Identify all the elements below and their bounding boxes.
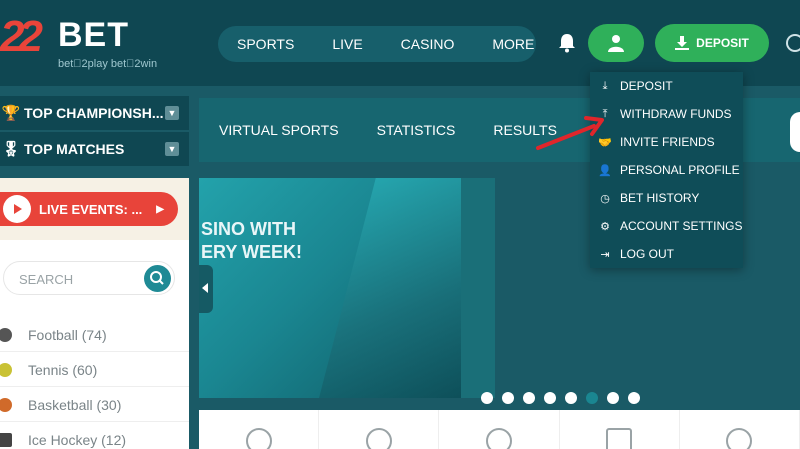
menu-account-settings[interactable]: ⚙ ACCOUNT SETTINGS xyxy=(590,212,743,240)
chevron-down-icon[interactable]: ▼ xyxy=(165,106,179,120)
top-championships-toggle[interactable]: 🏆 TOP CHAMPIONSH... ▼ xyxy=(0,96,189,130)
logout-icon: ⇥ xyxy=(600,248,610,261)
menu-label: WITHDRAW FUNDS xyxy=(620,107,732,121)
top-matches-label: TOP MATCHES xyxy=(24,141,125,157)
ice-hockey-icon xyxy=(606,428,633,449)
banner-headline-1: SINO WITH xyxy=(201,219,296,239)
sport-count: (12) xyxy=(101,431,127,448)
sport-item-basketball[interactable]: Basketball (30) xyxy=(0,388,189,422)
nav-more[interactable]: MORE xyxy=(473,36,553,52)
sport-item-football[interactable]: Football (74) xyxy=(0,318,189,352)
logo-tagline: bet⃝2play bet⃝2win xyxy=(58,58,158,70)
football-icon xyxy=(0,327,12,342)
basketball-icon xyxy=(0,397,12,412)
tennis-icon xyxy=(365,428,392,449)
play-icon xyxy=(3,195,31,223)
sport-count: (74) xyxy=(81,326,107,343)
sport-count: (30) xyxy=(96,396,122,413)
sport-name: Ice Hockey xyxy=(28,431,98,448)
menu-log-out[interactable]: ⇥ LOG OUT xyxy=(590,240,743,268)
deposit-button[interactable]: DEPOSIT xyxy=(655,24,769,62)
sport-card[interactable] xyxy=(680,410,800,449)
nav-sports[interactable]: SPORTS xyxy=(218,36,313,52)
bell-icon[interactable] xyxy=(558,33,576,53)
menu-label: INVITE FRIENDS xyxy=(620,135,715,149)
menu-label: ACCOUNT SETTINGS xyxy=(620,219,743,233)
menu-invite-friends[interactable]: 🤝 INVITE FRIENDS xyxy=(590,128,743,156)
main-nav: SPORTS LIVE CASINO MORE xyxy=(218,26,536,62)
brand-logo[interactable]: 22 BET bet⃝2play bet⃝2win xyxy=(0,8,200,78)
download-icon: ⤓ xyxy=(602,79,608,92)
carousel-dot[interactable] xyxy=(607,392,619,404)
user-plus-icon: 👤 xyxy=(598,164,612,177)
download-icon xyxy=(675,36,690,50)
menu-label: BET HISTORY xyxy=(620,191,700,205)
search-icon[interactable] xyxy=(144,265,171,292)
sport-card[interactable] xyxy=(199,410,320,449)
menu-personal-profile[interactable]: 👤 PERSONAL PROFILE xyxy=(590,156,743,184)
live-events-button[interactable]: LIVE EVENTS: ... ▶ xyxy=(0,192,178,226)
sport-name: Football xyxy=(28,326,78,343)
nav-casino[interactable]: CASINO xyxy=(382,36,474,52)
carousel-dot[interactable] xyxy=(502,392,514,404)
sport-item-ice-hockey[interactable]: Ice Hockey (12) xyxy=(0,423,189,449)
banner-headline-2: ERY WEEK! xyxy=(201,242,303,262)
football-icon xyxy=(245,428,272,449)
banner-next-slide xyxy=(461,178,495,398)
promo-banner[interactable]: SINO WITH ERY WEEK! xyxy=(199,178,495,398)
play-arrow-icon: ▶ xyxy=(156,203,164,215)
carousel-dot[interactable] xyxy=(544,392,556,404)
ice-hockey-icon xyxy=(0,432,12,447)
user-icon xyxy=(608,35,624,52)
account-dropdown: ⤓ DEPOSIT ⤒ WITHDRAW FUNDS 🤝 INVITE FRIE… xyxy=(590,72,743,268)
tennis-icon xyxy=(0,362,12,377)
refresh-icon[interactable] xyxy=(786,34,800,52)
basketball-icon xyxy=(486,428,512,449)
sport-name: Basketball xyxy=(28,396,93,413)
annotation-arrow xyxy=(536,116,604,150)
sport-card[interactable] xyxy=(560,410,680,449)
medal-icon: 🎖 xyxy=(1,141,21,158)
menu-deposit[interactable]: ⤓ DEPOSIT xyxy=(590,72,743,100)
chevron-down-icon[interactable]: ▼ xyxy=(165,142,179,156)
logo-word: BET xyxy=(58,16,129,54)
cogs-icon: ⚙ xyxy=(600,220,610,233)
side-tab[interactable] xyxy=(790,112,800,152)
volleyball-icon xyxy=(726,428,753,449)
nav-statistics[interactable]: STATISTICS xyxy=(377,122,456,138)
banner-prev-button[interactable] xyxy=(199,265,213,313)
clock-icon: ◷ xyxy=(600,192,610,205)
carousel-dot[interactable] xyxy=(565,392,577,404)
sidebar-search[interactable]: SEARCH xyxy=(3,261,175,295)
sport-card[interactable] xyxy=(319,410,440,449)
carousel-dot[interactable] xyxy=(481,392,493,404)
top-matches-toggle[interactable]: 🎖 TOP MATCHES ▼ xyxy=(0,132,189,166)
menu-label: LOG OUT xyxy=(620,247,675,261)
sport-item-tennis[interactable]: Tennis (60) xyxy=(0,353,189,387)
trophy-icon: 🏆 xyxy=(1,105,21,122)
carousel-dot[interactable] xyxy=(628,392,640,404)
nav-live[interactable]: LIVE xyxy=(313,36,381,52)
carousel-dot-active[interactable] xyxy=(586,392,598,404)
sport-name: Tennis xyxy=(28,361,69,378)
menu-label: DEPOSIT xyxy=(620,79,673,93)
sport-card[interactable] xyxy=(439,410,560,449)
top-championships-label: TOP CHAMPIONSH... xyxy=(24,105,164,121)
account-button[interactable] xyxy=(588,24,644,62)
sport-count: (60) xyxy=(72,361,98,378)
carousel-dots xyxy=(481,392,640,404)
carousel-dot[interactable] xyxy=(523,392,535,404)
sport-cards-row xyxy=(199,410,800,449)
nav-virtual-sports[interactable]: VIRTUAL SPORTS xyxy=(219,122,339,138)
live-events-label: LIVE EVENTS: ... xyxy=(39,201,143,217)
menu-label: PERSONAL PROFILE xyxy=(620,163,740,177)
menu-withdraw-funds[interactable]: ⤒ WITHDRAW FUNDS xyxy=(590,100,743,128)
menu-bet-history[interactable]: ◷ BET HISTORY xyxy=(590,184,743,212)
deposit-label: DEPOSIT xyxy=(696,36,749,50)
logo-digits: 22 xyxy=(0,12,43,61)
search-input[interactable]: SEARCH xyxy=(19,272,73,287)
